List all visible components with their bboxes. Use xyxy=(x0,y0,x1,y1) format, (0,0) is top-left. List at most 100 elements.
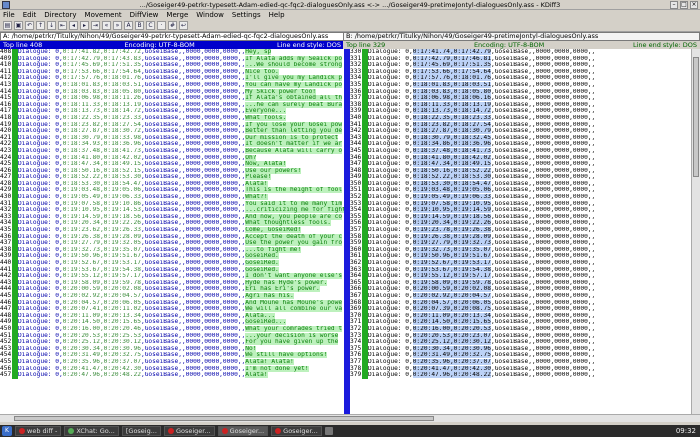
menu-window[interactable]: Window xyxy=(196,11,224,19)
diff-line-b[interactable]: 367 Dialogue: 0,0:20:02.92,0:20:04.57,Gos… xyxy=(350,292,691,300)
diff-line-a[interactable]: 428 Dialogue: 0,0:18:53.30,0:18:54.47,Gos… xyxy=(0,180,344,188)
diff-line-b[interactable]: 342 Dialogue: 0,0:18:27.87,0:18:30.79,Gos… xyxy=(350,128,691,135)
diff-line-a[interactable]: 437 Dialogue: 0,0:19:27.79,0:19:32.05,Gos… xyxy=(0,240,344,247)
diff-line-a[interactable]: 435 Dialogue: 0,0:19:23.62,0:19:26.33,Gos… xyxy=(0,226,344,234)
diff-line-b[interactable]: 346 Dialogue: 0,0:18:41.80,0:18:42.02,Gos… xyxy=(350,154,691,162)
b-icon[interactable]: B xyxy=(135,21,144,30)
diff-line-b[interactable]: 341 Dialogue: 0,0:18:23.82,0:18:27.54,Gos… xyxy=(350,121,691,129)
diff-line-a[interactable]: 408 Dialogue: 0,0:17:41.82,0:17:42.72,Gos… xyxy=(0,49,344,56)
diff-line-a[interactable]: 451 Dialogue: 0,0:20:20.53,0:20:25.53,Gos… xyxy=(0,332,344,340)
close-icon[interactable]: × xyxy=(690,1,698,9)
diff-line-a[interactable]: 417 Dialogue: 0,0:18:13.73,0:18:14.72,Gos… xyxy=(0,108,344,115)
first-diff-icon[interactable]: ⇤ xyxy=(58,21,67,30)
diff-line-b[interactable]: 369 Dialogue: 0,0:20:07.39,0:20:08.75,Gos… xyxy=(350,306,691,313)
diff-line-a[interactable]: 409 Dialogue: 0,0:17:42.79,0:17:43.83,Gos… xyxy=(0,55,344,63)
tray-icon[interactable] xyxy=(324,427,333,435)
diff-line-b[interactable]: 351 Dialogue: 0,0:19:03.48,0:19:05.06,Gos… xyxy=(350,187,691,195)
diff-pane-a[interactable]: 408 Dialogue: 0,0:17:41.82,0:17:42.72,Gos… xyxy=(0,49,344,414)
last-diff-icon[interactable]: ⇥ xyxy=(91,21,100,30)
minimize-icon[interactable]: – xyxy=(670,1,678,9)
diff-line-a[interactable]: 457 Dialogue: 0,0:20:47.96,0:20:48.22,Gos… xyxy=(0,371,344,379)
diff-line-b[interactable]: 349 Dialogue: 0,0:18:52.22,0:18:53.30,Gos… xyxy=(350,174,691,181)
diff-line-a[interactable]: 421 Dialogue: 0,0:18:30.79,0:18:33.98,Gos… xyxy=(0,134,344,142)
maximize-icon[interactable]: □ xyxy=(680,1,688,9)
diff-line-b[interactable]: 344 Dialogue: 0,0:18:34.86,0:18:36.96,Gos… xyxy=(350,141,691,148)
task-item[interactable]: [Goseig... xyxy=(121,426,161,436)
diff-line-b[interactable]: 374 Dialogue: 0,0:20:25.12,0:20:30.12,Gos… xyxy=(350,339,691,346)
diff-line-b[interactable]: 356 Dialogue: 0,0:19:20.34,0:19:22.26,Gos… xyxy=(350,220,691,228)
diff-line-b[interactable]: 359 Dialogue: 0,0:19:27.79,0:19:32.73,Gos… xyxy=(350,240,691,247)
diff-line-b[interactable]: 343 Dialogue: 0,0:18:30.79,0:18:32.45,Gos… xyxy=(350,134,691,142)
task-item[interactable]: Goseiger... xyxy=(217,426,269,436)
diff-line-b[interactable]: 379 Dialogue: 0,0:20:47.96,0:20:48.22,Gos… xyxy=(350,371,691,379)
whitespace-icon[interactable]: · xyxy=(157,21,166,30)
diff-line-b[interactable]: 337 Dialogue: 0,0:18:06.98,0:18:06.16,Gos… xyxy=(350,95,691,102)
horizontal-scrollbar[interactable] xyxy=(0,414,700,422)
diff-line-a[interactable]: 422 Dialogue: 0,0:18:34.93,0:18:36.96,Gos… xyxy=(0,141,344,148)
diff-line-a[interactable]: 432 Dialogue: 0,0:19:10.95,0:19:14.53,Gos… xyxy=(0,207,344,214)
diff-line-a[interactable]: 424 Dialogue: 0,0:18:41.80,0:18:42.02,Gos… xyxy=(0,154,344,162)
diff-line-a[interactable]: 452 Dialogue: 0,0:20:25.12,0:20:30.12,Gos… xyxy=(0,339,344,346)
undo-icon[interactable]: ↶ xyxy=(25,21,34,30)
diff-line-b[interactable]: 375 Dialogue: 0,0:20:30.34,0:20:30.96,Gos… xyxy=(350,345,691,353)
diff-line-a[interactable]: 448 Dialogue: 0,0:20:11.09,0:20:13.34,Gos… xyxy=(0,312,344,320)
diff-line-a[interactable]: 453 Dialogue: 0,0:20:30.34,0:20:30.96,Gos… xyxy=(0,345,344,353)
diff-line-a[interactable]: 419 Dialogue: 0,0:18:23.82,0:18:27.54,Gos… xyxy=(0,121,344,129)
diff-line-a[interactable]: 423 Dialogue: 0,0:18:37.48,0:18:41.73,Gos… xyxy=(0,147,344,155)
path-b-input[interactable]: B: /home/petrkr/Titulky/Nihon/49/Goseige… xyxy=(343,32,700,41)
diff-line-a[interactable]: 449 Dialogue: 0,0:20:14.50,0:20:15.65,Gos… xyxy=(0,319,344,326)
menu-merge[interactable]: Merge xyxy=(166,11,188,19)
diff-line-b[interactable]: 330 Dialogue: 0,0:17:41.74,0:17:42.79,Gos… xyxy=(350,49,691,56)
diff-line-b[interactable]: 368 Dialogue: 0,0:20:04.57,0:20:06.05,Gos… xyxy=(350,299,691,307)
diff-line-b[interactable]: 348 Dialogue: 0,0:18:50.16,0:18:52.22,Gos… xyxy=(350,167,691,175)
diff-line-b[interactable]: 340 Dialogue: 0,0:18:22.35,0:18:23.33,Gos… xyxy=(350,114,691,122)
diff-line-b[interactable]: 338 Dialogue: 0,0:18:11.33,0:18:13.19,Gos… xyxy=(350,101,691,109)
diff-line-a[interactable]: 429 Dialogue: 0,0:19:03.48,0:19:05.06,Gos… xyxy=(0,187,344,195)
diff-line-a[interactable]: 434 Dialogue: 0,0:19:20.34,0:19:22.26,Gos… xyxy=(0,220,344,228)
start-menu-icon[interactable]: K xyxy=(2,426,12,436)
diff-line-b[interactable]: 373 Dialogue: 0,0:20:20.53,0:20:23.07,Gos… xyxy=(350,332,691,340)
diff-line-b[interactable]: 347 Dialogue: 0,0:18:47.34,0:18:49.15,Gos… xyxy=(350,160,691,168)
diff-line-a[interactable]: 455 Dialogue: 0,0:20:35.96,0:20:37.07,Gos… xyxy=(0,358,344,366)
menu-file[interactable]: File xyxy=(3,11,15,19)
menu-diffview[interactable]: DiffView xyxy=(130,11,159,19)
diff-line-a[interactable]: 443 Dialogue: 0,0:19:58.09,0:19:59.78,Gos… xyxy=(0,279,344,287)
menu-edit[interactable]: Edit xyxy=(23,11,37,19)
diff-line-b[interactable]: 371 Dialogue: 0,0:20:14.50,0:20:15.65,Gos… xyxy=(350,319,691,326)
next-diff-icon[interactable]: ▸ xyxy=(80,21,89,30)
diff-line-a[interactable]: 450 Dialogue: 0,0:20:16.00,0:20:20.46,Gos… xyxy=(0,325,344,333)
diff-line-a[interactable]: 446 Dialogue: 0,0:20:04.57,0:20:06.05,Gos… xyxy=(0,299,344,307)
diff-line-a[interactable]: 414 Dialogue: 0,0:18:03.83,0:18:05.80,Gos… xyxy=(0,88,344,96)
diff-line-a[interactable]: 425 Dialogue: 0,0:18:47.34,0:18:49.15,Gos… xyxy=(0,160,344,168)
diff-line-a[interactable]: 426 Dialogue: 0,0:18:50.16,0:18:52.15,Gos… xyxy=(0,167,344,175)
menu-settings[interactable]: Settings xyxy=(232,11,261,19)
diff-line-b[interactable]: 372 Dialogue: 0,0:20:16.00,0:20:20.53,Gos… xyxy=(350,325,691,333)
diff-line-a[interactable]: 444 Dialogue: 0,0:20:00.59,0:20:02.08,Gos… xyxy=(0,286,344,293)
diff-line-b[interactable]: 363 Dialogue: 0,0:19:53.67,0:19:54.38,Gos… xyxy=(350,266,691,274)
vertical-scrollbar[interactable] xyxy=(691,49,700,414)
save-icon[interactable]: ▣ xyxy=(14,21,23,30)
open-icon[interactable]: ▤ xyxy=(3,21,12,30)
linenumbers-icon[interactable]: # xyxy=(168,21,177,30)
diff-line-b[interactable]: 339 Dialogue: 0,0:18:13.73,0:18:14.72,Gos… xyxy=(350,108,691,115)
diff-line-a[interactable]: 439 Dialogue: 0,0:19:50.96,0:19:51.67,Gos… xyxy=(0,253,344,260)
up-icon[interactable]: ↑ xyxy=(36,21,45,30)
diff-line-a[interactable]: 412 Dialogue: 0,0:17:57.76,0:18:01.76,Gos… xyxy=(0,75,344,82)
task-item[interactable]: web diff - xyxy=(15,426,62,436)
diff-line-b[interactable]: 360 Dialogue: 0,0:19:32.73,0:19:35.07,Gos… xyxy=(350,246,691,254)
diff-line-b[interactable]: 333 Dialogue: 0,0:17:53.66,0:17:54.64,Gos… xyxy=(350,68,691,76)
diff-line-a[interactable]: 442 Dialogue: 0,0:19:55.12,0:19:57.17,Gos… xyxy=(0,273,344,280)
a-icon[interactable]: A xyxy=(124,21,133,30)
diff-line-a[interactable]: 430 Dialogue: 0,0:19:05.49,0:19:06.33,Gos… xyxy=(0,193,344,201)
diff-line-b[interactable]: 376 Dialogue: 0,0:20:31.49,0:20:32.75,Gos… xyxy=(350,352,691,359)
diff-line-b[interactable]: 334 Dialogue: 0,0:17:57.76,0:18:01.76,Gos… xyxy=(350,75,691,82)
diff-line-a[interactable]: 441 Dialogue: 0,0:19:53.67,0:19:54.38,Gos… xyxy=(0,266,344,274)
diff-line-b[interactable]: 378 Dialogue: 0,0:20:41.47,0:20:42.30,Gos… xyxy=(350,365,691,373)
diff-line-a[interactable]: 420 Dialogue: 0,0:18:27.87,0:18:30.72,Gos… xyxy=(0,128,344,135)
next-conflict-icon[interactable]: » xyxy=(113,21,122,30)
diff-line-b[interactable]: 364 Dialogue: 0,0:19:55.12,0:19:57.17,Gos… xyxy=(350,273,691,280)
prev-conflict-icon[interactable]: « xyxy=(102,21,111,30)
diff-line-b[interactable]: 355 Dialogue: 0,0:19:14.59,0:19:18.56,Gos… xyxy=(350,213,691,221)
diff-line-a[interactable]: 454 Dialogue: 0,0:20:31.49,0:20:32.75,Gos… xyxy=(0,352,344,359)
diff-line-a[interactable]: 413 Dialogue: 0,0:18:01.83,0:18:03.51,Gos… xyxy=(0,81,344,89)
